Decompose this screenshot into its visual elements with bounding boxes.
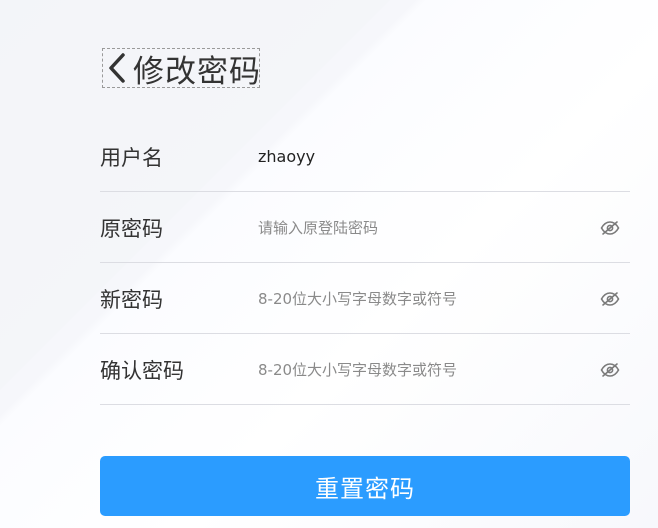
username-value: zhaoyy [258,147,316,166]
reset-password-button[interactable]: 重置密码 [100,456,630,516]
confirm-password-row: 确认密码 [100,335,630,405]
chevron-left-icon [107,51,127,85]
old-password-row: 原密码 [100,193,630,263]
page-title: 修改密码 [133,53,261,90]
eye-hidden-icon[interactable] [600,362,620,378]
new-password-row: 新密码 [100,264,630,334]
username-label: 用户名 [100,145,163,170]
new-password-input[interactable] [258,289,578,308]
confirm-password-label: 确认密码 [100,358,184,383]
username-row: 用户名 zhaoyy [100,122,630,192]
back-button[interactable]: 修改密码 [102,48,261,90]
old-password-label: 原密码 [100,216,163,241]
new-password-label: 新密码 [100,287,163,312]
eye-hidden-icon[interactable] [600,291,620,307]
change-password-form: 用户名 zhaoyy 原密码 新密码 确认密码 [100,122,630,405]
eye-hidden-icon[interactable] [600,220,620,236]
old-password-input[interactable] [258,218,578,237]
confirm-password-input[interactable] [258,360,578,379]
